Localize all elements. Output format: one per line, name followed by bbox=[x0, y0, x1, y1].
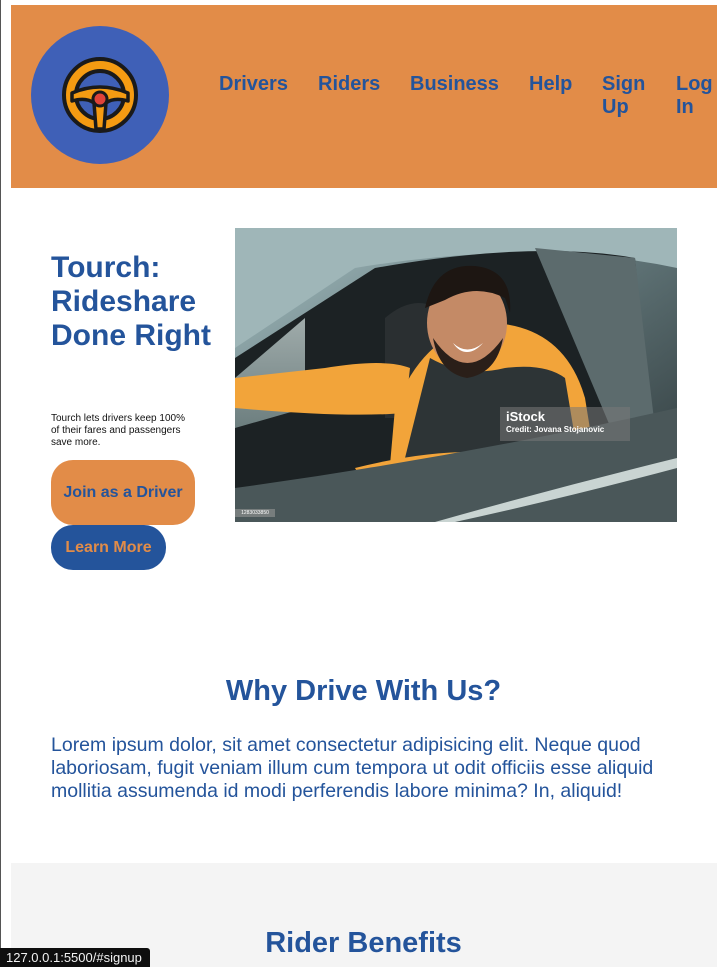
logo[interactable] bbox=[31, 26, 169, 164]
photo-watermark: iStock Credit: Jovana Stojanovic bbox=[500, 407, 630, 441]
nav-drivers[interactable]: Drivers bbox=[219, 73, 288, 96]
watermark-brand: iStock bbox=[506, 409, 546, 424]
status-bar-url: 127.0.0.1:5500/#signup bbox=[0, 948, 150, 967]
nav-log-in[interactable]: Log In bbox=[676, 73, 722, 119]
steering-wheel-icon bbox=[62, 57, 138, 133]
why-drive-title: Why Drive With Us? bbox=[225, 675, 502, 707]
hero-title: Tourch: Rideshare Done Right bbox=[51, 251, 211, 352]
nav-help[interactable]: Help bbox=[529, 73, 572, 96]
nav-business[interactable]: Business bbox=[410, 73, 499, 96]
watermark-credit: Credit: Jovana Stojanovic bbox=[506, 425, 605, 434]
nav-riders[interactable]: Riders bbox=[318, 73, 380, 96]
driver-photo-illustration bbox=[235, 228, 677, 522]
hero-description: Tourch lets drivers keep 100% of their f… bbox=[51, 413, 185, 448]
why-drive-text: Lorem ipsum dolor, sit amet consectetur … bbox=[51, 734, 654, 802]
learn-more-button[interactable]: Learn More bbox=[51, 525, 166, 570]
page-left-border bbox=[0, 0, 1, 967]
join-as-driver-button[interactable]: Join as a Driver bbox=[51, 460, 195, 525]
hero-photo: iStock Credit: Jovana Stojanovic 1283033… bbox=[235, 228, 677, 522]
photo-id: 1283033850 bbox=[235, 509, 275, 517]
nav-sign-up[interactable]: Sign Up bbox=[602, 73, 648, 119]
site-header: Drivers Riders Business Help Sign Up Log… bbox=[11, 5, 717, 188]
